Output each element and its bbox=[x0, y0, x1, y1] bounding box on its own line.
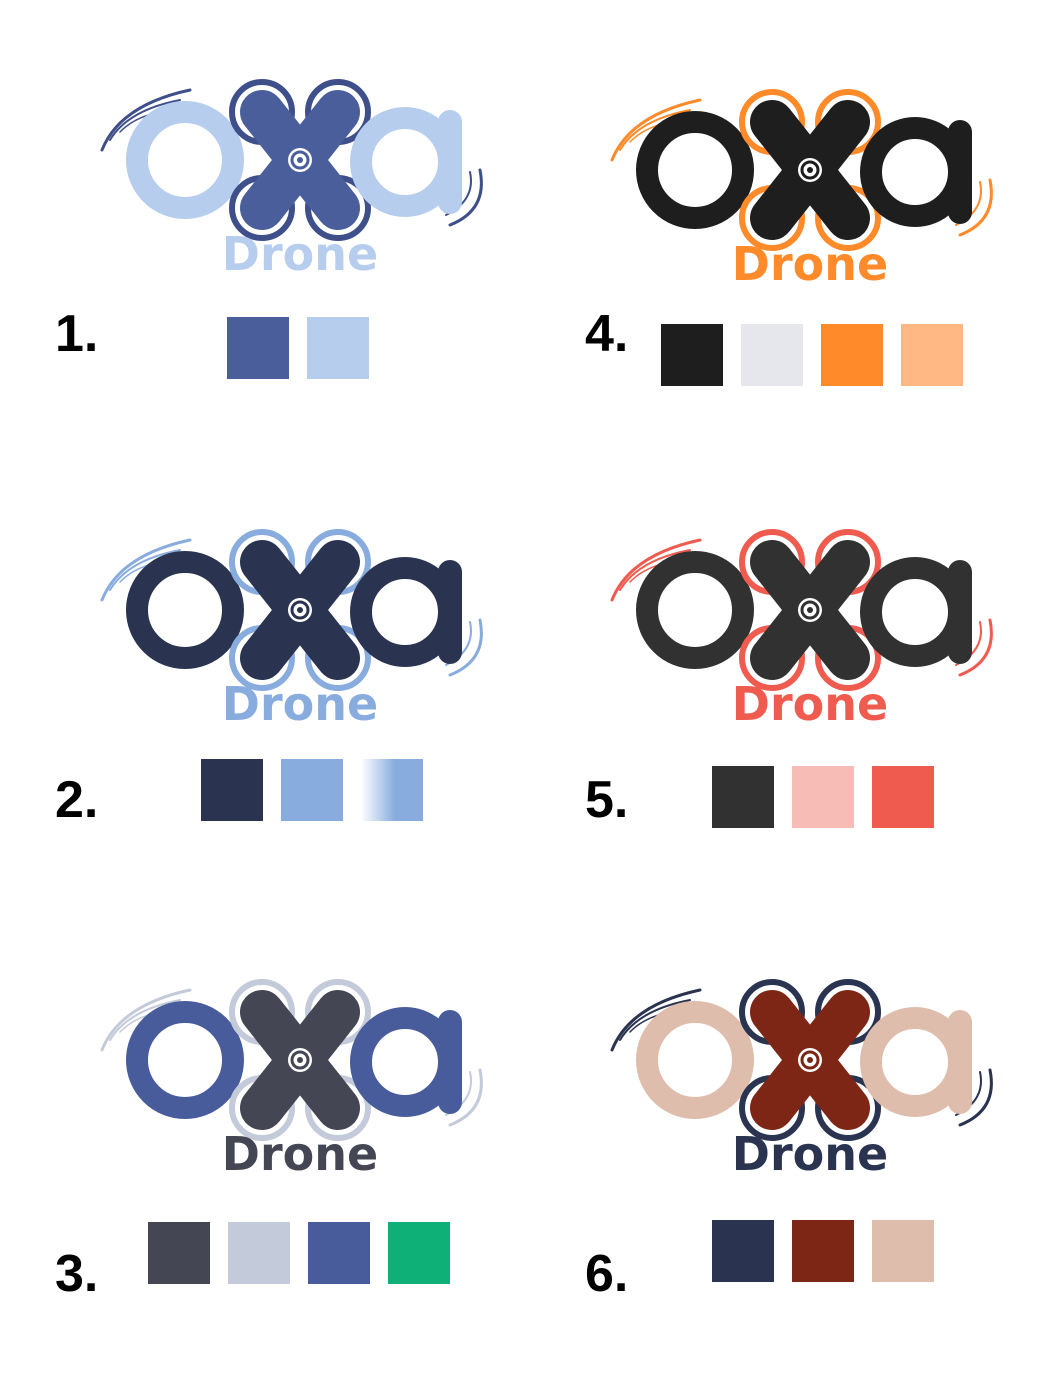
letter-o-icon bbox=[636, 111, 754, 229]
oxa-drone-logo: Drone bbox=[610, 979, 993, 1181]
logo-tagline: Drone bbox=[222, 1127, 378, 1181]
logo-tagline: Drone bbox=[222, 677, 378, 731]
letter-a-icon bbox=[350, 557, 460, 667]
color-swatch bbox=[227, 317, 289, 379]
letter-o-icon bbox=[126, 551, 244, 669]
color-swatch bbox=[361, 759, 423, 821]
logo-tagline: Drone bbox=[732, 677, 888, 731]
color-swatches bbox=[712, 1220, 934, 1282]
color-swatch bbox=[741, 324, 803, 386]
variant-number: 4. bbox=[585, 305, 629, 363]
color-swatch bbox=[281, 759, 343, 821]
color-swatch bbox=[901, 324, 963, 386]
variant-number: 5. bbox=[585, 771, 629, 829]
letter-o-icon bbox=[636, 1001, 754, 1119]
logo-variant-1: Drone 1. bbox=[50, 60, 550, 480]
variant-number: 6. bbox=[585, 1245, 629, 1303]
oxa-drone-logo: Drone bbox=[100, 79, 483, 281]
variant-number: 1. bbox=[55, 305, 99, 363]
logo-variant-5: Drone 5. bbox=[560, 510, 1060, 930]
color-swatch bbox=[821, 324, 883, 386]
color-swatch bbox=[228, 1222, 290, 1284]
logo-tagline: Drone bbox=[732, 1127, 888, 1181]
color-swatch bbox=[872, 1220, 934, 1282]
color-swatch bbox=[148, 1222, 210, 1284]
logo-variant-3: Drone 3. bbox=[50, 960, 550, 1380]
logo-tagline: Drone bbox=[732, 237, 888, 291]
letter-a-icon bbox=[860, 1007, 970, 1117]
color-swatch bbox=[712, 766, 774, 828]
logo-variant-4: Drone 4. bbox=[560, 70, 1060, 490]
letter-o-icon bbox=[636, 551, 754, 669]
color-swatch bbox=[712, 1220, 774, 1282]
color-swatches bbox=[661, 324, 963, 386]
color-swatch bbox=[792, 766, 854, 828]
oxa-drone-logo: Drone bbox=[610, 529, 993, 731]
logo-variant-6: Drone 6. bbox=[560, 960, 1060, 1380]
color-swatches bbox=[201, 759, 423, 821]
letter-a-icon bbox=[860, 557, 970, 667]
color-swatches bbox=[712, 766, 934, 828]
color-swatch bbox=[792, 1220, 854, 1282]
letter-a-icon bbox=[860, 117, 970, 227]
variant-number: 2. bbox=[55, 771, 99, 829]
oxa-drone-logo: Drone bbox=[100, 979, 483, 1181]
color-swatches bbox=[227, 317, 369, 379]
color-swatch bbox=[872, 766, 934, 828]
color-swatch bbox=[388, 1222, 450, 1284]
color-swatch bbox=[308, 1222, 370, 1284]
color-swatch bbox=[307, 317, 369, 379]
color-swatch bbox=[661, 324, 723, 386]
logo-variant-2: Drone 2. bbox=[50, 510, 550, 930]
color-swatch bbox=[201, 759, 263, 821]
letter-a-icon bbox=[350, 1007, 460, 1117]
logo-tagline: Drone bbox=[222, 227, 378, 281]
letter-o-icon bbox=[126, 101, 244, 219]
letter-a-icon bbox=[350, 107, 460, 217]
color-swatches bbox=[148, 1222, 450, 1284]
variant-number: 3. bbox=[55, 1245, 99, 1303]
letter-o-icon bbox=[126, 1001, 244, 1119]
